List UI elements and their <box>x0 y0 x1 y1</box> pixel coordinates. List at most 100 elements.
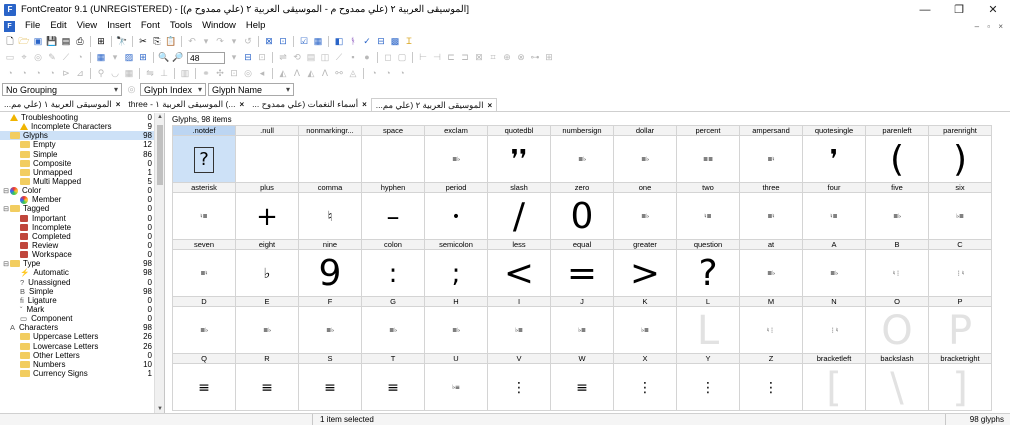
close-button[interactable]: ✕ <box>976 0 1010 19</box>
dropdown-arrow-icon[interactable]: ▾ <box>229 52 240 63</box>
glyph-cell[interactable]: question? <box>676 239 740 297</box>
new-file-icon[interactable]: 🗋 <box>5 36 16 47</box>
snap-icon[interactable]: ⌗ <box>488 52 499 63</box>
path-icon[interactable]: ⟋ <box>334 52 345 63</box>
save-all-icon[interactable]: ▤ <box>61 36 72 47</box>
font-header-icon[interactable]: ⊡ <box>278 36 289 47</box>
split-icon[interactable]: ⊗ <box>516 52 527 63</box>
glyph-cell[interactable]: Q ≡ <box>172 353 236 411</box>
glyph-cell[interactable]: LL <box>676 296 740 354</box>
glyph-cell[interactable]: A ≣♭ <box>802 239 866 297</box>
sidebar-item[interactable]: Incomplete Characters 9 <box>0 122 154 131</box>
glyph-cell[interactable]: R ≡ <box>235 353 299 411</box>
glyph-cell[interactable]: equal = <box>550 239 614 297</box>
hint-link-icon[interactable]: ⚯ <box>334 68 345 79</box>
glyph-cell[interactable]: four ♮≣ <box>802 182 866 240</box>
glyph-cell[interactable]: bracketleft[ <box>802 353 866 411</box>
compile-icon[interactable]: ◔ <box>369 68 380 79</box>
glyph-cell[interactable]: slash / <box>487 182 551 240</box>
kerning-icon[interactable]: ▩ <box>390 36 401 47</box>
circle-icon[interactable]: ● <box>362 52 373 63</box>
sidebar-item[interactable]: Numbers 10 <box>0 360 154 369</box>
paste-icon[interactable]: 📋 <box>165 36 176 47</box>
document-tab[interactable]: ... أسماء النغمات (علي ممدوح × <box>248 98 371 111</box>
nudge-icon[interactable]: ◂ <box>257 68 268 79</box>
metrics-tool-icon[interactable]: ⊿ <box>75 68 86 79</box>
glyph-cell[interactable]: G ≣♭ <box>361 296 425 354</box>
sidebar-item[interactable]: Incomplete 0 <box>0 223 154 232</box>
maximize-button[interactable]: ❐ <box>942 0 976 19</box>
hint-icon[interactable]: ◭ <box>278 68 289 79</box>
glyph-cell[interactable]: X ⋮ <box>613 353 677 411</box>
sidebar-item[interactable]: Unmapped 1 <box>0 168 154 177</box>
document-tab[interactable]: ...الموسيقى العربية ١ (علي مم × <box>0 98 124 111</box>
grid-icon[interactable]: ⊞ <box>138 52 149 63</box>
filter-icon[interactable]: ◎ <box>126 84 137 95</box>
sidebar-item[interactable]: ▭ Component 0 <box>0 314 154 323</box>
menu-file[interactable]: File <box>20 19 45 33</box>
sidebar-item[interactable]: ⊟ Type 98 <box>0 259 154 268</box>
point-tool-icon[interactable]: ⌖ <box>19 52 30 63</box>
check-icon[interactable]: ✓ <box>362 36 373 47</box>
flip-icon[interactable]: ⇌ <box>278 52 289 63</box>
preview-icon[interactable]: ◧ <box>334 36 345 47</box>
sidebar-item[interactable]: Lowercase Letters 26 <box>0 342 154 351</box>
rotate-icon[interactable]: ⟲ <box>292 52 303 63</box>
align-center-icon[interactable]: ⊣ <box>432 52 443 63</box>
sidebar-item[interactable]: A Characters 98 <box>0 323 154 332</box>
glyph-index-select[interactable]: Glyph Index ▾ <box>140 83 206 96</box>
glyph-cell[interactable]: greater > <box>613 239 677 297</box>
test-hint-icon[interactable]: ◔ <box>383 68 394 79</box>
grouping-select[interactable]: No Grouping ▾ <box>2 83 122 96</box>
kern-pair-icon[interactable]: ◔ <box>5 68 16 79</box>
glyph-cell[interactable]: period • <box>424 182 488 240</box>
decompose-icon[interactable]: ⊡ <box>229 68 240 79</box>
pen-tool-icon[interactable]: ✎ <box>47 52 58 63</box>
sidebar-item[interactable]: ⚡ Automatic 98 <box>0 268 154 277</box>
close-icon[interactable]: × <box>116 100 121 109</box>
align-left-icon[interactable]: ⊢ <box>418 52 429 63</box>
sidebar-item[interactable]: Review 0 <box>0 241 154 250</box>
glyph-cell[interactable]: exclam ≣♭ <box>424 125 488 183</box>
transform-icon[interactable]: ⇋ <box>145 68 156 79</box>
menu-edit[interactable]: Edit <box>45 19 71 33</box>
undo-icon[interactable]: ↶ <box>187 36 198 47</box>
mdi-window-controls[interactable]: – ▫ × <box>975 22 1006 31</box>
close-icon[interactable]: × <box>239 100 244 109</box>
glyph-cell[interactable]: U ♭≡ <box>424 353 488 411</box>
refresh-icon[interactable]: ↺ <box>243 36 254 47</box>
sidebar-item[interactable]: Important 0 <box>0 214 154 223</box>
glyph-cell[interactable]: B ♮⋮ <box>865 239 929 297</box>
glyph-cell[interactable]: OO <box>865 296 929 354</box>
dropdown-arrow-icon[interactable]: ▾ <box>201 36 212 47</box>
glyph-cell[interactable]: comma ♮ <box>298 182 362 240</box>
expand-toggle-icon[interactable]: ⊟ <box>2 205 10 213</box>
sidebar-item[interactable]: Troubleshooting 0 <box>0 113 154 122</box>
guide-icon[interactable]: ⊞ <box>544 52 555 63</box>
dropdown-arrow-icon[interactable]: ▾ <box>229 36 240 47</box>
knife-tool-icon[interactable]: ◔ <box>75 52 86 63</box>
find-icon[interactable]: 🔭 <box>116 36 127 47</box>
menu-font[interactable]: Font <box>136 19 165 33</box>
glyph-cell[interactable]: quotedbl ❜❜ <box>487 125 551 183</box>
glyph-cell[interactable]: H ≣♭ <box>424 296 488 354</box>
glyph-cell[interactable]: seven ≣♮ <box>172 239 236 297</box>
sidebar-item[interactable]: Multi Mapped 5 <box>0 177 154 186</box>
dropdown-arrow-icon[interactable]: ▾ <box>110 52 121 63</box>
cut-icon[interactable]: ✂ <box>138 36 149 47</box>
select-tool-icon[interactable]: ▭ <box>5 52 16 63</box>
scroll-thumb[interactable] <box>157 125 163 185</box>
glyph-cell[interactable]: eight ♭ <box>235 239 299 297</box>
menu-tools[interactable]: Tools <box>165 19 197 33</box>
redo-icon[interactable]: ↷ <box>215 36 226 47</box>
contour-tool-icon[interactable]: ◎ <box>33 52 44 63</box>
sidebar-item[interactable]: Member 0 <box>0 195 154 204</box>
baseline-icon[interactable]: ⊥ <box>159 68 170 79</box>
glyph-cell[interactable]: bracketright] <box>928 353 992 411</box>
font-properties-icon[interactable]: ⊠ <box>264 36 275 47</box>
grid-snap-icon[interactable]: ▦ <box>124 68 135 79</box>
glyph-cell[interactable]: .notdef? <box>172 125 236 183</box>
sidebar-item[interactable]: ? Unassigned 0 <box>0 278 154 287</box>
sidebar-item[interactable]: Composite 0 <box>0 159 154 168</box>
glyph-cell[interactable]: D ≣♭ <box>172 296 236 354</box>
